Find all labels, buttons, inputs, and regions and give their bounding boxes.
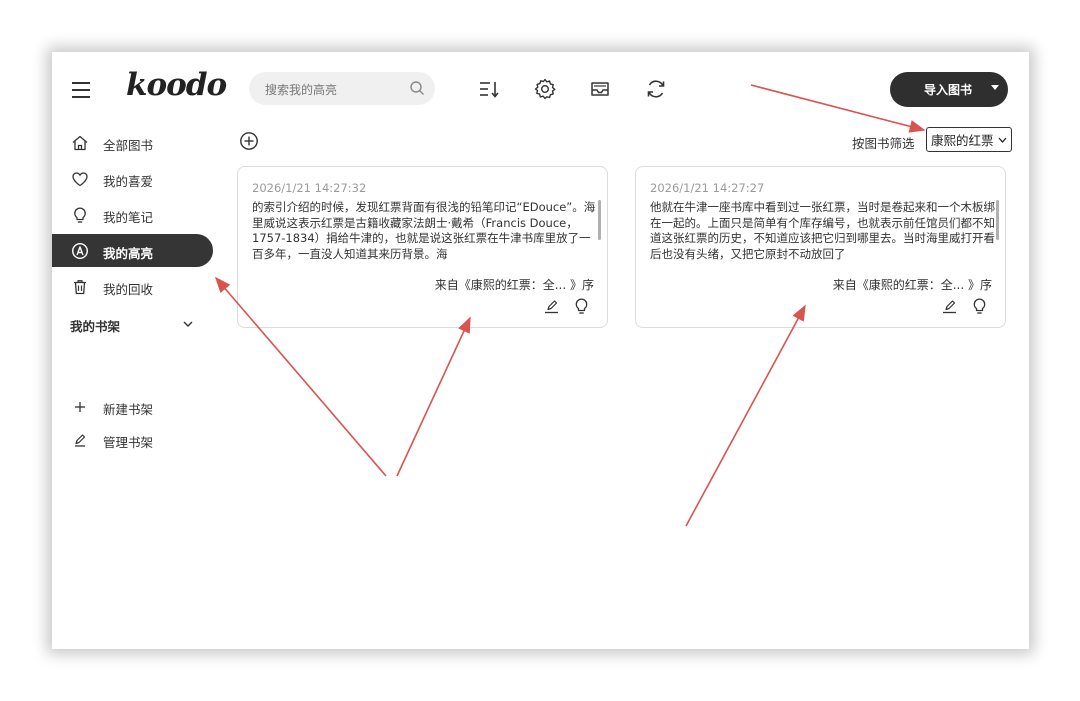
- sidebar-item-trash[interactable]: 我的回收: [52, 270, 213, 303]
- inbox-icon[interactable]: [588, 77, 612, 101]
- sidebar-item-label: 我的笔记: [103, 210, 154, 225]
- new-shelf-label: 新建书架: [103, 402, 154, 417]
- highlight-card[interactable]: 2026/1/21 14:27:32 的索引介绍的时候，发现红票背面有很浅的铅笔…: [237, 166, 608, 328]
- import-button-label: 导入图书: [924, 83, 973, 97]
- trash-icon: [74, 280, 86, 295]
- manage-shelf-label: 管理书架: [103, 435, 154, 450]
- menu-icon[interactable]: [72, 82, 90, 98]
- sidebar-item-favorites[interactable]: 我的喜爱: [52, 162, 213, 195]
- pencil-icon: [75, 434, 86, 447]
- sidebar-item-all-books[interactable]: 全部图书: [52, 126, 213, 159]
- edit-icon[interactable]: [543, 298, 560, 315]
- sidebar-item-label: 我的高亮: [103, 246, 154, 261]
- card-source: 来自《康熙的红票：全... 》序: [434, 278, 594, 292]
- sidebar-item-highlights[interactable]: 我的高亮: [52, 234, 213, 267]
- new-shelf-button[interactable]: 新建书架: [52, 390, 213, 423]
- sync-icon[interactable]: [644, 77, 668, 101]
- gear-icon[interactable]: [533, 77, 557, 101]
- book-filter-select[interactable]: 康熙的红票: [926, 127, 1012, 152]
- bulb-icon[interactable]: [573, 297, 590, 315]
- filter-label: 按图书筛选: [852, 136, 915, 151]
- card-scrollbar[interactable]: [996, 200, 999, 240]
- add-circle-icon[interactable]: [239, 131, 259, 151]
- search-icon[interactable]: [409, 80, 425, 96]
- sidebar-item-label: 全部图书: [103, 138, 154, 153]
- book-filter-value: 康熙的红票: [931, 133, 994, 148]
- bulb-icon: [74, 207, 86, 223]
- search-input[interactable]: [263, 79, 407, 100]
- card-scrollbar[interactable]: [598, 200, 601, 240]
- shelf-section-title: 我的书架: [70, 319, 121, 334]
- chevron-down-icon: [998, 137, 1007, 143]
- sort-icon[interactable]: [477, 77, 501, 101]
- heart-icon: [72, 172, 88, 187]
- card-date: 2026/1/21 14:27:27: [650, 181, 765, 195]
- card-text: 他就在牛津一座书库中看到过一张红票，当时是卷起来和一个木板绑在一起的。上面只是简…: [650, 200, 995, 261]
- dropdown-caret-icon[interactable]: [991, 85, 999, 90]
- edit-icon[interactable]: [941, 298, 958, 315]
- chevron-down-icon[interactable]: [182, 318, 194, 330]
- highlight-card[interactable]: 2026/1/21 14:27:27 他就在牛津一座书库中看到过一张红票，当时是…: [635, 166, 1006, 328]
- koodo-reader-app: koodo 搜索我的高亮 导入图书 全部图书 我的喜爱 我的笔记 我的高亮 我的…: [52, 52, 1029, 649]
- card-date: 2026/1/21 14:27:32: [252, 181, 367, 195]
- home-icon: [72, 135, 88, 151]
- card-text: 的索引介绍的时候，发现红票背面有很浅的铅笔印记“EDouce”。海里威说这表示红…: [252, 200, 596, 261]
- app-logo: koodo: [126, 67, 227, 103]
- plus-icon: [75, 402, 85, 412]
- sidebar-item-label: 我的喜爱: [103, 174, 154, 189]
- import-books-button[interactable]: 导入图书: [890, 72, 1008, 107]
- app-window: koodo 搜索我的高亮 导入图书 全部图书 我的喜爱 我的笔记 我的高亮 我的…: [52, 52, 1029, 649]
- card-source: 来自《康熙的红票：全... 》序: [832, 278, 992, 292]
- highlight-icon: [71, 242, 89, 260]
- sidebar-item-label: 我的回收: [103, 282, 154, 297]
- manage-shelf-button[interactable]: 管理书架: [52, 423, 213, 456]
- search-box[interactable]: [249, 72, 435, 105]
- bulb-icon[interactable]: [971, 297, 988, 315]
- sidebar-item-notes[interactable]: 我的笔记: [52, 198, 213, 231]
